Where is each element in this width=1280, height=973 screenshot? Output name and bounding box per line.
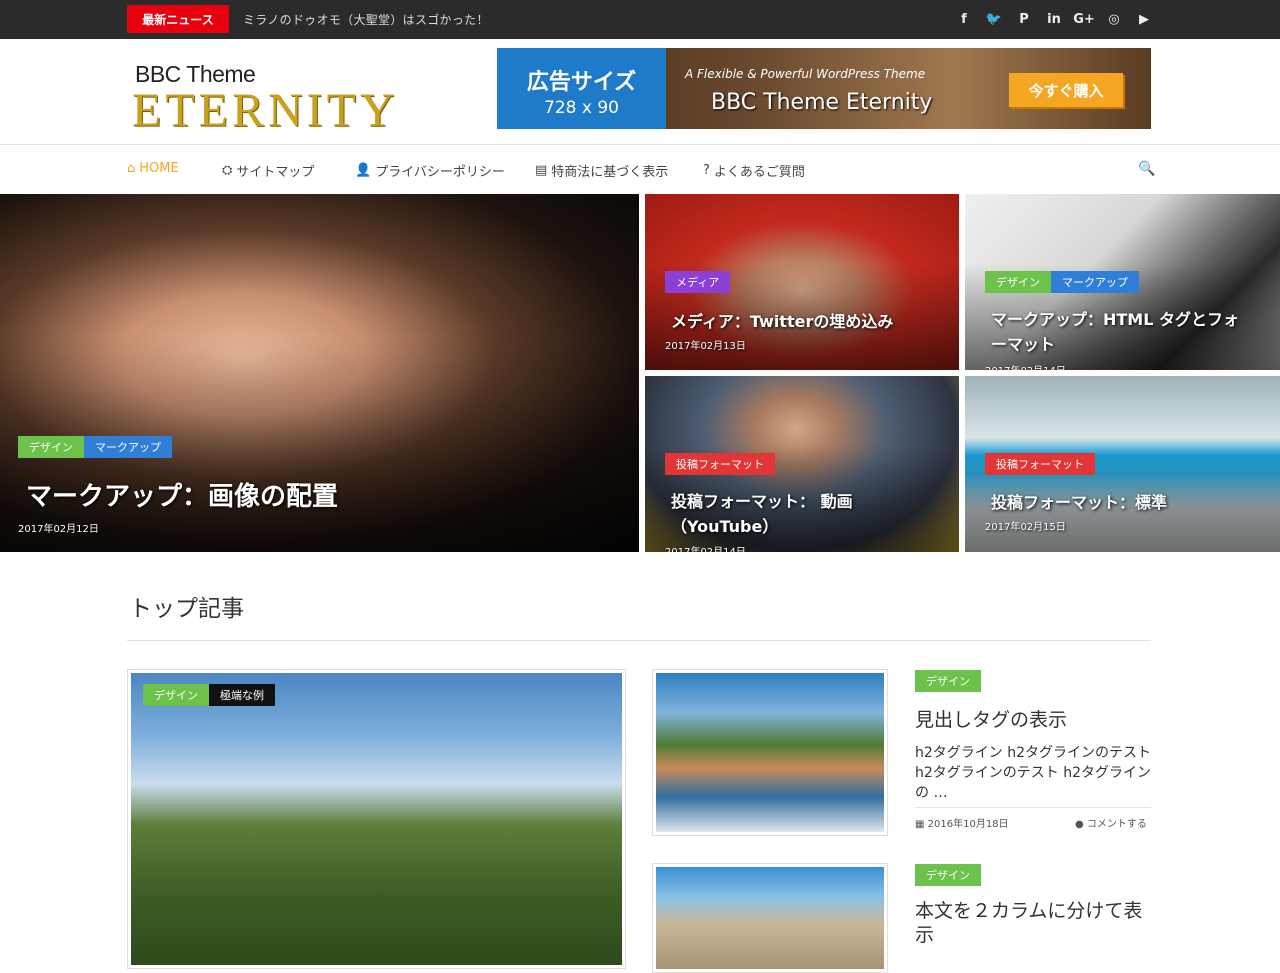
category-tag[interactable]: マークアップ <box>84 436 172 458</box>
tag-group: 投稿フォーマット <box>665 453 775 475</box>
comment-link-text: コメントする <box>1086 819 1147 830</box>
site-logo[interactable]: ETERNITY <box>132 83 399 138</box>
top-bar: 最新ニュース ミラノのドゥオモ（大聖堂）はスゴかった！ f 🐦 P in G+ … <box>0 0 1280 39</box>
google-plus-icon[interactable]: G+ <box>1073 10 1095 28</box>
category-tag[interactable]: デザイン <box>985 271 1051 293</box>
arch-image <box>656 867 884 969</box>
category-tag[interactable]: デザイン <box>915 670 981 692</box>
category-tag[interactable]: デザイン <box>18 436 84 458</box>
article-thumbnail[interactable] <box>652 863 888 973</box>
youtube-icon[interactable]: ▶ <box>1136 10 1152 28</box>
tag-group: デザイン マークアップ <box>18 436 172 458</box>
post-date: 2017年02月14日 <box>985 362 1066 370</box>
linkedin-icon[interactable]: in <box>1046 10 1062 28</box>
nav-item-label: プライバシーポリシー <box>375 165 505 180</box>
article-excerpt: h2タグライン h2タグラインのテスト h2タグラインのテスト h2タグラインの… <box>915 745 1152 801</box>
category-tag[interactable]: メディア <box>665 271 731 293</box>
article-date: ▦ 2016年10月18日 <box>915 815 1009 830</box>
nav-item-home[interactable]: ⌂ HOME <box>127 161 179 176</box>
nav-item-label: 特商法に基づく表示 <box>551 165 669 180</box>
sitemap-icon: ⛭ <box>222 163 233 178</box>
post-date: 2017年02月15日 <box>985 522 1066 533</box>
nav-item-commerce[interactable]: ▤ 特商法に基づく表示 <box>535 161 668 180</box>
tag-group: メディア <box>665 271 731 293</box>
category-tag[interactable]: マークアップ <box>1051 271 1139 293</box>
featured-post[interactable]: 投稿フォーマット 投稿フォーマット：標準 2017年02月15日 <box>965 376 1280 552</box>
comment-icon: ● <box>1075 819 1087 830</box>
article-date-text: 2016年10月18日 <box>927 819 1009 830</box>
facebook-icon[interactable]: f <box>956 10 972 28</box>
featured-post[interactable]: 投稿フォーマット 投稿フォーマット： 動画（YouTube） 2017年02月1… <box>645 376 959 552</box>
ad-size-box: 広告サイズ 728 x 90 <box>497 48 666 129</box>
instagram-icon[interactable]: ◎ <box>1106 10 1122 28</box>
article-title[interactable]: 本文を２カラムに分けて表示 <box>915 899 1151 947</box>
ad-size-label: 広告サイズ <box>526 70 637 95</box>
nav-item-privacy[interactable]: 👤 プライバシーポリシー <box>355 161 505 180</box>
calendar-icon: ▦ <box>915 819 928 830</box>
nav-item-faq[interactable]: ? よくあるご質問 <box>703 161 805 180</box>
comment-link[interactable]: ● コメントする <box>1075 815 1147 830</box>
post-date: 2017年02月12日 <box>18 524 99 535</box>
nav-item-sitemap[interactable]: ⛭ サイトマップ <box>222 161 314 180</box>
tag-group: デザイン <box>915 864 981 886</box>
pinterest-icon[interactable]: P <box>1016 10 1032 28</box>
post-title[interactable]: メディア：Twitterの埋め込み <box>671 308 893 332</box>
tag-group: デザイン マークアップ <box>985 271 1139 293</box>
home-icon: ⌂ <box>127 161 136 176</box>
ad-tagline: A Flexible & Powerful WordPress Theme <box>685 67 926 81</box>
post-title[interactable]: マークアップ：HTML タグとフォーマット <box>991 307 1251 357</box>
social-icons: f 🐦 P in G+ ◎ ▶ <box>956 10 1152 28</box>
user-icon: 👤 <box>355 163 372 178</box>
post-title[interactable]: 投稿フォーマット：標準 <box>991 489 1167 513</box>
category-tag[interactable]: 投稿フォーマット <box>665 453 775 475</box>
latest-news-badge: 最新ニュース <box>127 5 229 33</box>
article-title[interactable]: 見出しタグの表示 <box>915 705 1067 732</box>
harbor-image <box>656 673 884 832</box>
main-nav: ⌂ HOME ⛭ サイトマップ 👤 プライバシーポリシー ▤ 特商法に基づく表示… <box>0 145 1280 193</box>
section-divider <box>127 640 1151 641</box>
category-tag[interactable]: デザイン <box>915 864 981 886</box>
nav-item-label: HOME <box>139 161 179 176</box>
document-icon: ▤ <box>535 163 548 178</box>
category-tag[interactable]: 極端な例 <box>209 684 275 706</box>
category-tag[interactable]: 投稿フォーマット <box>985 453 1095 475</box>
ad-dimensions: 728 x 90 <box>544 98 619 118</box>
post-title[interactable]: マークアップ：画像の配置 <box>26 476 338 513</box>
category-tag[interactable]: デザイン <box>143 684 209 706</box>
tag-group: デザイン <box>915 670 981 692</box>
post-date: 2017年02月14日 <box>665 543 746 552</box>
featured-post[interactable]: デザイン マークアップ マークアップ：HTML タグとフォーマット 2017年0… <box>965 194 1280 370</box>
ad-banner[interactable]: 広告サイズ 728 x 90 A Flexible & Powerful Wor… <box>497 48 1151 129</box>
post-date: 2017年02月13日 <box>665 341 746 352</box>
nav-item-label: サイトマップ <box>236 165 315 180</box>
featured-post[interactable]: メディア メディア：Twitterの埋め込み 2017年02月13日 <box>645 194 959 370</box>
search-icon[interactable]: 🔍 <box>1138 161 1155 177</box>
article-thumbnail[interactable] <box>652 669 888 836</box>
ad-buy-button[interactable]: 今すぐ購入 <box>1009 73 1123 107</box>
section-heading: トップ記事 <box>129 596 244 622</box>
ad-title: BBC Theme Eternity <box>711 90 933 115</box>
nav-item-label: よくあるご質問 <box>713 165 805 180</box>
post-title[interactable]: 投稿フォーマット： 動画（YouTube） <box>671 489 931 539</box>
site-header: BBC Theme ETERNITY 広告サイズ 728 x 90 A Flex… <box>0 39 1280 145</box>
giraffe-image <box>131 673 622 965</box>
article-divider <box>915 807 1151 808</box>
twitter-icon[interactable]: 🐦 <box>986 10 1002 28</box>
tag-group: デザイン 極端な例 <box>143 684 275 706</box>
tag-group: 投稿フォーマット <box>985 453 1095 475</box>
featured-post-main[interactable]: デザイン マークアップ マークアップ：画像の配置 2017年02月12日 <box>0 194 639 552</box>
main-article-thumbnail[interactable]: デザイン 極端な例 <box>127 669 626 969</box>
news-ticker-link[interactable]: ミラノのドゥオモ（大聖堂）はスゴかった！ <box>243 11 489 28</box>
question-icon: ? <box>703 163 710 178</box>
